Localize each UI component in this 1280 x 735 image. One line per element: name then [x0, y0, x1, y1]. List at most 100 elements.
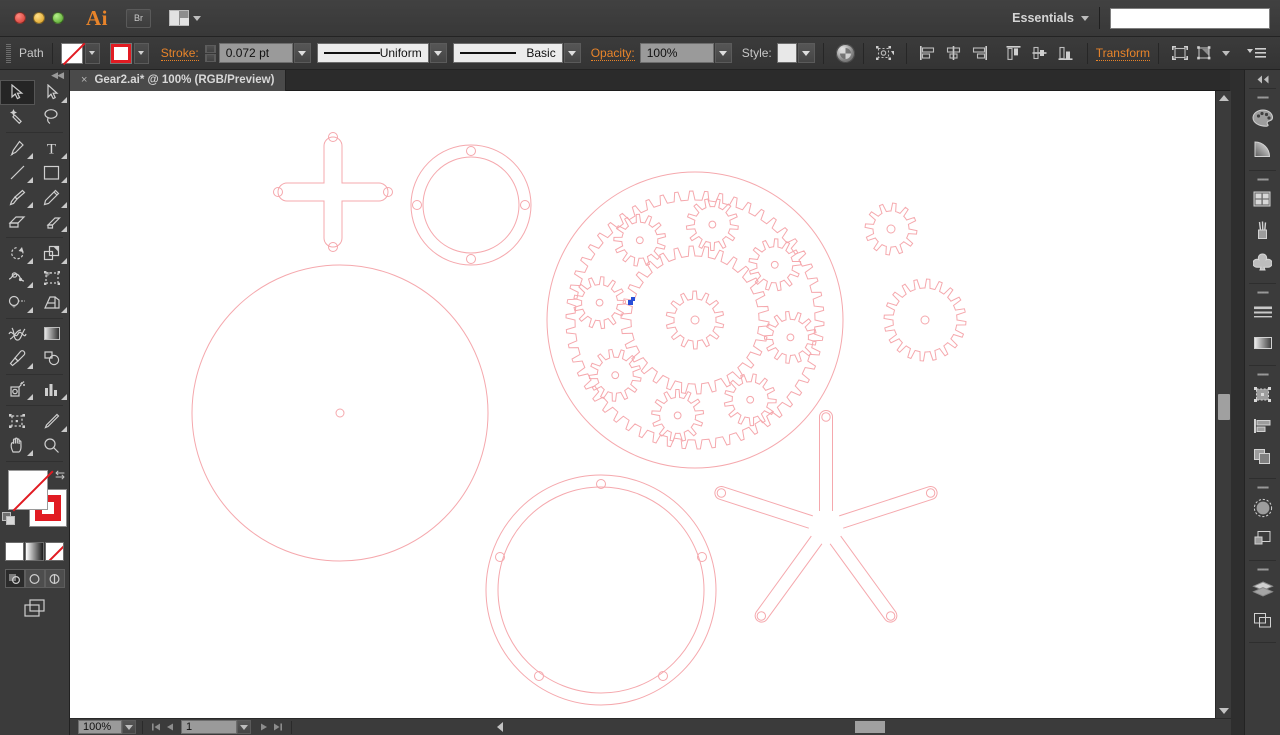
- symbol-sprayer-tool[interactable]: [0, 378, 35, 403]
- horizontal-scrollbar[interactable]: [495, 718, 1231, 735]
- arrange-documents-button[interactable]: [169, 10, 201, 26]
- pathfinder-panel-icon[interactable]: [1245, 441, 1280, 472]
- gradient-mode-button[interactable]: [25, 542, 44, 561]
- transform-label[interactable]: Transform: [1095, 46, 1150, 61]
- gradient-tool[interactable]: [35, 322, 70, 347]
- rotate-tool[interactable]: [0, 241, 35, 266]
- vertical-scroll-thumb[interactable]: [1218, 394, 1230, 420]
- scale-tool[interactable]: [35, 241, 70, 266]
- brush-definition-combo[interactable]: Basic: [452, 43, 581, 63]
- zoom-level-dropdown[interactable]: [122, 720, 136, 734]
- last-page-icon[interactable]: [271, 720, 285, 734]
- align-bottom-edges-icon[interactable]: [1055, 43, 1077, 64]
- stroke-weight-dropdown[interactable]: [293, 43, 311, 63]
- tools-panel-collapse[interactable]: ◀◀: [0, 70, 69, 80]
- recolor-artwork-icon[interactable]: [835, 43, 855, 63]
- close-icon[interactable]: ×: [81, 74, 87, 86]
- selection-tool[interactable]: [0, 80, 35, 105]
- color-mode-button[interactable]: [5, 542, 24, 561]
- artboards-panel-icon[interactable]: [1245, 605, 1280, 636]
- color-panel-icon[interactable]: [1245, 102, 1280, 133]
- align-right-edges-icon[interactable]: [969, 43, 991, 64]
- direct-selection-tool[interactable]: [35, 80, 70, 105]
- appearance-panel-icon[interactable]: [1245, 523, 1280, 554]
- swap-fill-stroke-icon[interactable]: ⇆: [55, 468, 65, 482]
- transform-panel-icon[interactable]: [1245, 379, 1280, 410]
- transparency-panel-icon[interactable]: [1245, 492, 1280, 523]
- scroll-up-arrow[interactable]: [1216, 91, 1232, 105]
- stroke-swatch[interactable]: [109, 42, 132, 64]
- draw-inside-button[interactable]: [44, 569, 65, 588]
- collapse-panels-button[interactable]: [1245, 70, 1280, 88]
- control-bar-grip[interactable]: [6, 43, 11, 63]
- swatches-panel-icon[interactable]: [1245, 184, 1280, 215]
- fill-color-swatch[interactable]: [8, 470, 48, 510]
- align-left-edges-icon[interactable]: [917, 43, 939, 64]
- scroll-down-arrow[interactable]: [1216, 704, 1232, 718]
- column-graph-tool[interactable]: [35, 378, 70, 403]
- zoom-tool[interactable]: [35, 434, 70, 459]
- graphic-style-dropdown[interactable]: [797, 43, 815, 63]
- search-input[interactable]: [1110, 7, 1270, 29]
- align-top-edges-icon[interactable]: [1003, 43, 1025, 64]
- fill-swatch[interactable]: [60, 42, 83, 64]
- align-vertical-center-icon[interactable]: [1029, 43, 1051, 64]
- width-tool[interactable]: [0, 266, 35, 291]
- draw-normal-button[interactable]: [4, 569, 25, 588]
- slice-tool[interactable]: [35, 409, 70, 434]
- stroke-swatch-dropdown[interactable]: [133, 42, 149, 64]
- first-page-icon[interactable]: [149, 720, 163, 734]
- perspective-grid-tool[interactable]: [35, 290, 70, 315]
- panel-menu-icon[interactable]: [1246, 43, 1268, 64]
- opacity-field[interactable]: 100%: [639, 43, 714, 63]
- lasso-tool[interactable]: [35, 105, 70, 130]
- stroke-weight-stepper[interactable]: [204, 44, 216, 62]
- stroke-panel-icon[interactable]: [1245, 297, 1280, 328]
- variable-width-profile-field[interactable]: Uniform: [316, 43, 429, 63]
- previous-page-icon[interactable]: [163, 720, 177, 734]
- variable-width-profile-dropdown[interactable]: [429, 43, 447, 63]
- line-segment-tool[interactable]: [0, 161, 35, 186]
- rectangle-tool[interactable]: [35, 161, 70, 186]
- variable-width-profile-combo[interactable]: Uniform: [316, 43, 447, 63]
- artboard-canvas[interactable]: [70, 91, 1215, 718]
- page-number-dropdown[interactable]: [237, 720, 251, 734]
- mesh-tool[interactable]: [0, 322, 35, 347]
- document-tab[interactable]: × Gear2.ai* @ 100% (RGB/Preview): [70, 69, 287, 91]
- zoom-level-field[interactable]: 100%: [78, 720, 122, 734]
- chevron-down-icon[interactable]: [1081, 15, 1089, 21]
- align-panel-icon[interactable]: [1245, 410, 1280, 441]
- graphic-style-swatch[interactable]: [776, 43, 797, 63]
- workspace-switcher-label[interactable]: Essentials: [1012, 11, 1074, 25]
- horizontal-scroll-thumb[interactable]: [855, 721, 885, 733]
- free-transform-tool[interactable]: [35, 266, 70, 291]
- magic-wand-tool[interactable]: [0, 105, 35, 130]
- gradient-panel-icon[interactable]: [1245, 328, 1280, 359]
- paintbrush-tool[interactable]: [0, 185, 35, 210]
- brushes-panel-icon[interactable]: [1245, 215, 1280, 246]
- screen-mode-button[interactable]: [0, 598, 69, 618]
- hand-tool[interactable]: [0, 434, 35, 459]
- brush-definition-dropdown[interactable]: [563, 43, 581, 63]
- next-page-icon[interactable]: [257, 720, 271, 734]
- fill-swatch-dropdown[interactable]: [84, 42, 100, 64]
- stroke-label[interactable]: Stroke:: [160, 46, 199, 61]
- blend-tool[interactable]: [35, 346, 70, 371]
- align-horizontal-center-icon[interactable]: [943, 43, 965, 64]
- layers-panel-icon[interactable]: [1245, 574, 1280, 605]
- eyedropper-tool[interactable]: [0, 346, 35, 371]
- opacity-dropdown[interactable]: [714, 43, 732, 63]
- draw-behind-button[interactable]: [24, 569, 45, 588]
- isolate-selected-object-icon[interactable]: [1169, 43, 1191, 64]
- shape-builder-tool[interactable]: [0, 290, 35, 315]
- artboard-tool[interactable]: [0, 409, 35, 434]
- scroll-left-arrow[interactable]: [497, 722, 503, 732]
- default-fill-stroke-icon[interactable]: [2, 512, 15, 525]
- none-mode-button[interactable]: [45, 542, 64, 561]
- opacity-label[interactable]: Opacity:: [590, 46, 635, 61]
- pencil-tool[interactable]: [35, 185, 70, 210]
- type-tool[interactable]: T: [35, 136, 70, 161]
- edit-clipping-path-icon[interactable]: [1195, 43, 1217, 64]
- zoom-button[interactable]: [52, 12, 64, 24]
- color-guide-panel-icon[interactable]: [1245, 133, 1280, 164]
